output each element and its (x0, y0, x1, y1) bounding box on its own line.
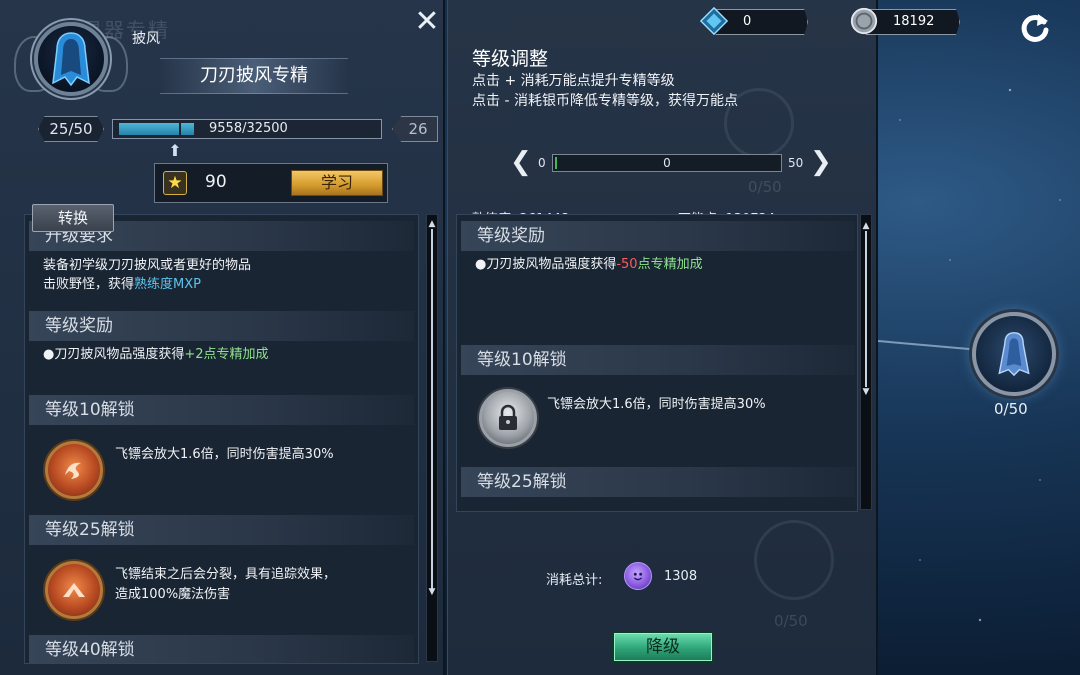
unlock-25-header: 等级25解锁 (461, 467, 855, 497)
xp-progress-bar: 9558/32500 (112, 119, 382, 139)
learn-bar: ★ 90 学习 (154, 163, 388, 203)
split-skill-icon[interactable] (45, 561, 103, 619)
unlock-25-desc: 飞镖结束之后会分裂，具有追踪效果， (115, 567, 337, 582)
adjust-title: 等级调整 (472, 48, 549, 70)
constellation-line (877, 340, 978, 351)
silver-coin-icon (848, 5, 880, 37)
xp-text: 9558/32500 (209, 121, 288, 136)
ghost-node-count: 0/50 (748, 178, 782, 196)
left-scrollbar[interactable]: ▲ ▼ (426, 214, 438, 662)
scroll-down-icon: ▼ (428, 587, 436, 597)
node-count: 0/50 (994, 400, 1028, 418)
reward-value: -50 (616, 257, 638, 272)
scroll-track (865, 231, 867, 387)
diamond-gem-icon (698, 5, 730, 37)
adjust-min: 0 (538, 156, 546, 170)
scroll-track (431, 229, 433, 589)
next-level: 26 (392, 116, 438, 142)
spec-info-panel: 隐灵器专精 ✕ 披风 刀刃披风专精 25/50 9558/32500 26 ⬆ … (0, 0, 445, 675)
learn-points: 90 (205, 172, 227, 192)
item-type-label: 披风 (132, 31, 160, 47)
scroll-down-icon: ▼ (862, 387, 870, 397)
requirement-item: 击败野怪，获得熟练度MXP (43, 275, 201, 295)
learn-button[interactable]: 学习 (291, 170, 383, 196)
reward-text: ●刀刃披风物品强度获得 (475, 257, 617, 272)
close-button[interactable]: ✕ (412, 7, 442, 38)
spec-details-list[interactable]: 升级要求 装备初学级刀刃披风或者更好的物品 击败野怪，获得熟练度MXP 等级奖励… (24, 214, 419, 664)
total-cost-label: 消耗总计: (546, 573, 603, 588)
spec-name-banner: 刀刃披风专精 (160, 58, 348, 94)
locked-skill-icon[interactable] (479, 389, 537, 447)
level-adjust-panel: 0/50 0/50 等级调整 点击 + 消耗万能点提升专精等级 点击 - 消耗银… (447, 0, 878, 675)
decrease-level-button[interactable]: ❮ (510, 149, 532, 177)
unlock-10-header: 等级10解锁 (461, 345, 855, 375)
shuriken-skill-icon[interactable] (45, 441, 103, 499)
mxp-highlight: 熟练度MXP (134, 277, 201, 292)
swirl-icon (65, 462, 81, 479)
cloak-icon (998, 332, 1030, 377)
avatar-frame (14, 18, 128, 113)
split-arrow-icon (63, 583, 85, 597)
unlock-25-desc: 造成100%魔法伤害 (115, 587, 231, 602)
ghost-node (754, 520, 834, 600)
instruction-line: 点击 + 消耗万能点提升专精等级 (472, 73, 675, 89)
scroll-up-icon: ▲ (428, 219, 436, 229)
reward-item: ●刀刃披风物品强度获得-50点专精加成 (475, 255, 703, 275)
refresh-icon (1021, 14, 1049, 42)
reward-value: +2点专精加成 (184, 347, 269, 362)
reward-header: 等级奖励 (29, 311, 414, 341)
unlock-40-header: 等级40解锁 (29, 635, 414, 663)
xp-segment-divider (179, 123, 181, 135)
requirement-text: 击败野怪，获得 (43, 277, 135, 292)
reward-text: ●刀刃披风物品强度获得 (43, 347, 185, 362)
arrow-up-icon: ⬆ (168, 141, 182, 160)
increase-level-button[interactable]: ❯ (810, 149, 832, 177)
ghost-node-count: 0/50 (774, 612, 808, 630)
total-cost-value: 1308 (664, 569, 698, 584)
unlock-10-header: 等级10解锁 (29, 395, 414, 425)
switch-button[interactable]: 转换 (32, 204, 114, 232)
downgrade-button[interactable]: 降级 (612, 631, 714, 663)
unlock-10-desc: 飞镖会放大1.6倍，同时伤害提高30% (547, 397, 766, 412)
silver-count: 18192 (893, 14, 935, 29)
refresh-button[interactable] (1016, 8, 1054, 46)
unlock-10-desc: 飞镖会放大1.6倍，同时伤害提高30% (115, 447, 334, 462)
requirement-item: 装备初学级刀刃披风或者更好的物品 (43, 258, 252, 273)
star-icon: ★ (163, 171, 187, 195)
reward-header: 等级奖励 (461, 221, 855, 251)
cloak-avatar (34, 22, 108, 96)
xp-fill (119, 123, 194, 135)
adjust-value: 0 (663, 156, 671, 170)
gem-count: 0 (743, 14, 752, 29)
scroll-up-icon: ▲ (862, 221, 870, 231)
lock-icon (499, 404, 517, 430)
unlock-25-header: 等级25解锁 (29, 515, 414, 545)
adjust-details-list[interactable]: 等级奖励 ●刀刃披风物品强度获得-50点专精加成 等级10解锁 飞镖会放大1.6… (456, 214, 858, 512)
purple-coin-icon (624, 562, 652, 590)
adjust-max: 50 (788, 156, 804, 170)
instruction-line: 点击 - 消耗银币降低专精等级，获得万能点 (472, 93, 738, 109)
reward-item: ●刀刃披风物品强度获得+2点专精加成 (43, 345, 269, 365)
cloak-spec-node[interactable] (972, 312, 1056, 396)
middle-scrollbar[interactable]: ▲ ▼ (860, 214, 872, 510)
level-adjust-slider[interactable]: 0 (552, 154, 782, 172)
reward-suffix: 点专精加成 (637, 257, 703, 272)
current-level: 25/50 (38, 116, 104, 142)
cloak-icon (52, 32, 90, 87)
face-icon (633, 572, 643, 581)
